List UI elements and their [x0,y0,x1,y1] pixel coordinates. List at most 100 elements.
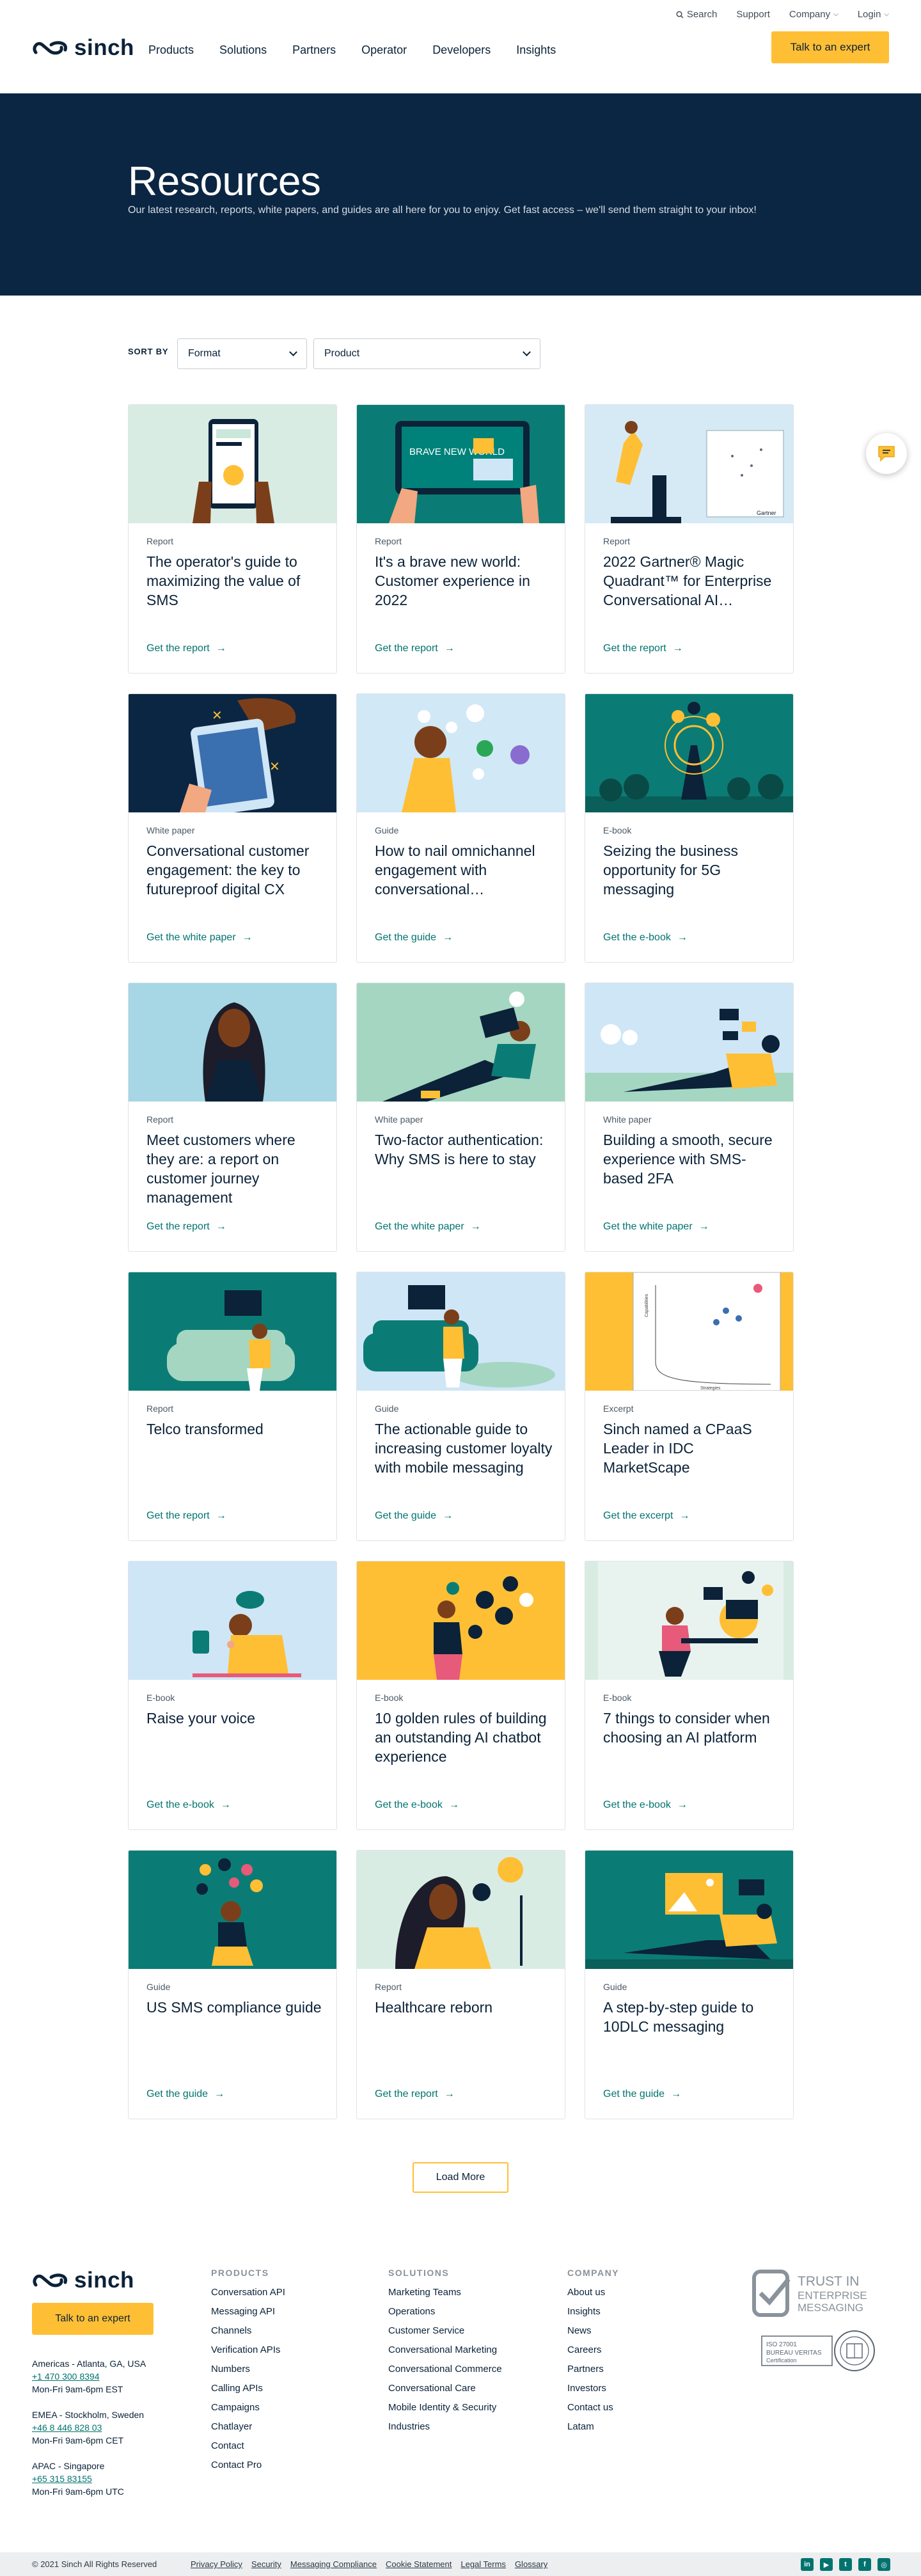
resource-link[interactable]: Get the report → [146,1221,226,1233]
resource-link[interactable]: Get the white paper → [603,1221,709,1233]
footer-link[interactable]: News [567,2325,592,2336]
linkedin-icon[interactable]: in [801,2558,814,2571]
footer-col-company: COMPANY About us Insights News Careers P… [567,2268,619,2437]
footer-link[interactable]: Chatlayer [211,2421,252,2432]
footer-link[interactable]: Verification APIs [211,2344,280,2355]
youtube-icon[interactable]: ▶ [820,2558,833,2571]
footer-link[interactable]: Conversational Marketing [388,2344,497,2355]
footer-link[interactable]: Numbers [211,2364,250,2375]
utility-company-menu[interactable]: Company ⌵ [789,9,838,20]
office-phone-link[interactable]: +65 315 83155 [32,2474,92,2484]
resource-card[interactable]: Report The operator's guide to maximizing… [128,404,337,674]
resource-link[interactable]: Get the e-book → [146,1799,231,1811]
footer-link[interactable]: Messaging API [211,2306,275,2317]
resource-card[interactable]: Gartner Report 2022 Gartner® Magic Quadran… [585,404,794,674]
resource-link[interactable]: Get the excerpt → [603,1510,689,1522]
nav-developers[interactable]: Developers [432,43,491,57]
footer-link[interactable]: About us [567,2287,605,2298]
resource-type: E-book [603,825,632,835]
talk-to-expert-button[interactable]: Talk to an expert [771,31,889,63]
resource-card[interactable]: ✕ ✕ White paper Conversational customer eng… [128,693,337,963]
resource-link[interactable]: Get the report → [375,643,455,654]
footer-sinch-logo[interactable]: sinch [32,2268,134,2293]
security-link[interactable]: Security [251,2559,281,2569]
footer-link[interactable]: Careers [567,2344,601,2355]
facebook-icon[interactable]: f [858,2558,871,2571]
nav-partners[interactable]: Partners [292,43,336,57]
resource-link[interactable]: Get the guide → [146,2089,224,2100]
resource-card[interactable]: White paper Building a smooth, secure exp… [585,983,794,1252]
glossary-link[interactable]: Glossary [515,2559,547,2569]
resource-link[interactable]: Get the guide → [375,932,453,944]
footer-link[interactable]: Marketing Teams [388,2287,461,2298]
utility-search-link[interactable]: Search [676,9,717,20]
instagram-icon[interactable]: ◎ [878,2558,890,2571]
resource-link[interactable]: Get the white paper → [375,1221,481,1233]
product-select[interactable]: Product [313,338,540,369]
resource-link[interactable]: Get the guide → [603,2089,681,2100]
footer-link[interactable]: Channels [211,2325,251,2336]
resource-card[interactable]: Report Meet customers where they are: a r… [128,983,337,1252]
nav-solutions[interactable]: Solutions [219,43,267,57]
utility-login-menu[interactable]: Login ⌵ [858,9,889,20]
format-select[interactable]: Format [177,338,307,369]
footer-col-products: PRODUCTS Conversation API Messaging API … [211,2268,285,2475]
footer-link[interactable]: Calling APIs [211,2383,263,2394]
resource-link[interactable]: Get the guide → [375,1510,453,1522]
footer-link[interactable]: Campaigns [211,2402,260,2413]
resource-link[interactable]: Get the report → [375,2089,455,2100]
footer-link[interactable]: Industries [388,2421,430,2432]
footer-link[interactable]: Partners [567,2364,604,2375]
footer-link[interactable]: Customer Service [388,2325,464,2336]
resource-card[interactable]: E-book 7 things to consider when choosing… [585,1561,794,1830]
office-phone-link[interactable]: +1 470 300 8394 [32,2371,100,2382]
resource-card[interactable]: Guide US SMS compliance guide Get the guid… [128,1850,337,2119]
legal-terms-link[interactable]: Legal Terms [460,2559,506,2569]
utility-support-link[interactable]: Support [736,9,770,20]
resource-card[interactable]: E-book Raise your voice Get the e-book → [128,1561,337,1830]
load-more-button[interactable]: Load More [413,2162,508,2193]
resource-card[interactable]: Guide A step-by-step guide to 10DLC messa… [585,1850,794,2119]
nav-insights[interactable]: Insights [516,43,556,57]
footer-link[interactable]: Insights [567,2306,601,2317]
resource-card[interactable]: White paper Two-factor authentication: Wh… [356,983,565,1252]
resource-card[interactable]: Report Healthcare reborn Get the report → [356,1850,565,2119]
resource-link[interactable]: Get the white paper → [146,932,253,944]
resource-link-label: Get the white paper [146,932,236,943]
resource-link-label: Get the report [146,1510,210,1521]
resource-card[interactable]: E-book Seizing the business opportunity f… [585,693,794,963]
messaging-compliance-link[interactable]: Messaging Compliance [290,2559,377,2569]
resource-link[interactable]: Get the report → [146,1510,226,1522]
footer-link[interactable]: Conversational Commerce [388,2364,502,2375]
footer-link[interactable]: Investors [567,2383,606,2394]
resource-card[interactable]: BRAVE NEW WORLD Report It's a brave new wo… [356,404,565,674]
chat-widget-button[interactable] [866,433,907,474]
footer-link[interactable]: Contact us [567,2402,613,2413]
resource-card[interactable]: E-book 10 golden rules of building an out… [356,1561,565,1830]
footer-link[interactable]: Conversational Care [388,2383,476,2394]
resource-link[interactable]: Get the report → [603,643,683,654]
footer-link[interactable]: Latam [567,2421,594,2432]
footer-link[interactable]: Contact [211,2440,244,2451]
resource-card[interactable]: Guide How to nail omnichannel engagement … [356,693,565,963]
resource-link[interactable]: Get the e-book → [603,1799,688,1811]
footer-link[interactable]: Conversation API [211,2287,285,2298]
resource-link[interactable]: Get the e-book → [375,1799,459,1811]
twitter-icon[interactable]: t [839,2558,852,2571]
nav-operator[interactable]: Operator [361,43,407,57]
cookie-statement-link[interactable]: Cookie Statement [386,2559,452,2569]
footer-link[interactable]: Contact Pro [211,2460,262,2470]
resource-link[interactable]: Get the e-book → [603,932,688,944]
privacy-policy-link[interactable]: Privacy Policy [191,2559,242,2569]
office-phone-link[interactable]: +46 8 446 828 03 [32,2422,102,2433]
sinch-logo[interactable]: sinch [32,35,134,61]
resource-card[interactable]: Report Telco transformed Get the report → [128,1272,337,1541]
resource-card[interactable]: Guide The actionable guide to increasing … [356,1272,565,1541]
footer-link[interactable]: Mobile Identity & Security [388,2402,496,2413]
resource-link[interactable]: Get the report → [146,643,226,654]
resource-card[interactable]: Capabilities Strategies Excerpt Sinch named… [585,1272,794,1541]
nav-products[interactable]: Products [148,43,194,57]
footer-link[interactable]: Operations [388,2306,435,2317]
resource-title: How to nail omnichannel engagement with … [375,842,535,897]
footer-talk-to-expert-button[interactable]: Talk to an expert [32,2303,154,2335]
